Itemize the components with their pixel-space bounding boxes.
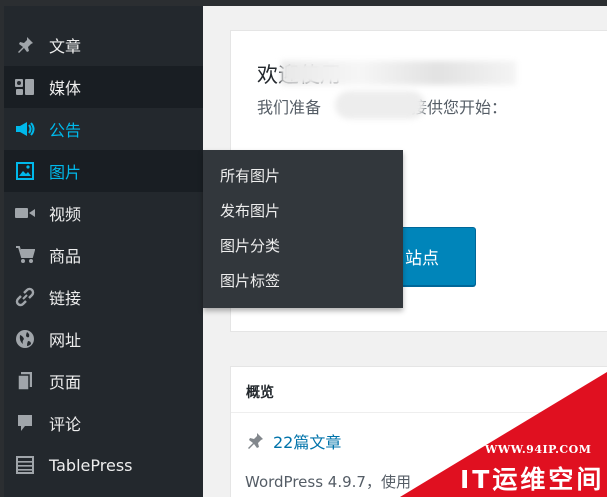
watermark-brand: IT运维空间 bbox=[460, 465, 605, 494]
watermark-url: WWW.94IP.COM bbox=[485, 443, 592, 456]
watermark-banner bbox=[400, 372, 607, 497]
